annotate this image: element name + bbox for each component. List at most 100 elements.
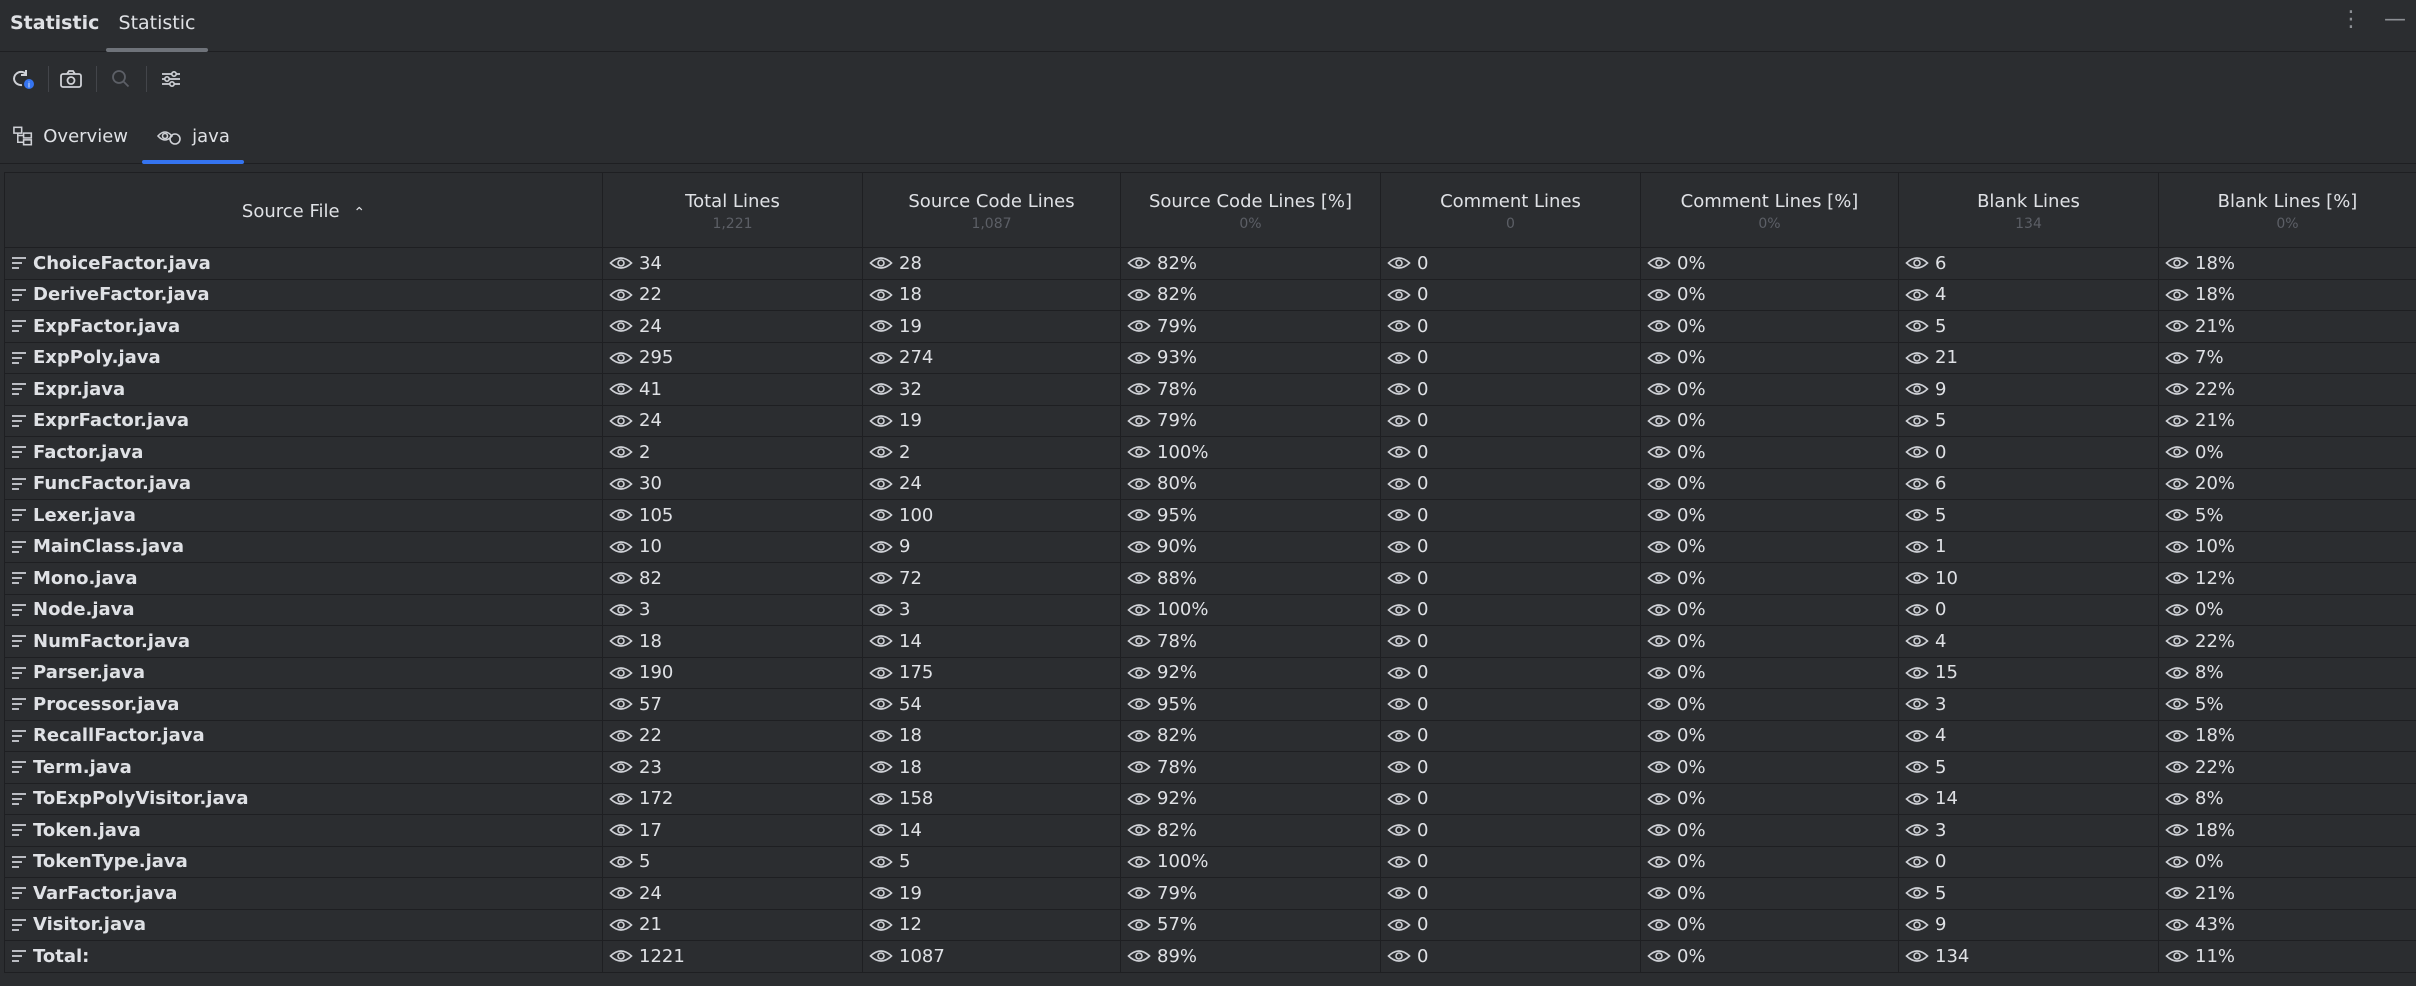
- header-source-code-pct[interactable]: Source Code Lines [%] 0%: [1120, 172, 1381, 248]
- eye-icon: [869, 635, 893, 648]
- source-file-name: TokenType.java: [33, 851, 188, 873]
- source-code-pct-cell: 100%: [1120, 593, 1381, 626]
- eye-icon: [869, 792, 893, 805]
- comment-lines-cell: 0: [1380, 688, 1641, 721]
- table-row[interactable]: Token.java 17 14 82% 0 0% 3 18%: [4, 814, 2416, 847]
- source-code-lines-cell: 14: [862, 625, 1121, 658]
- header-comment-lines[interactable]: Comment Lines 0: [1380, 172, 1641, 248]
- table-row[interactable]: ExpPoly.java 295 274 93% 0 0% 21 7%: [4, 341, 2416, 374]
- header-comment-pct[interactable]: Comment Lines [%] 0%: [1640, 172, 1899, 248]
- table-row[interactable]: Parser.java 190 175 92% 0 0% 15 8%: [4, 656, 2416, 689]
- source-code-lines-cell-value: 158: [899, 788, 934, 810]
- comment-lines-cell-value: 0: [1417, 536, 1429, 558]
- eye-icon: [1387, 320, 1411, 333]
- comment-pct-cell-value: 0%: [1677, 410, 1706, 432]
- comment-lines-cell: 0: [1380, 782, 1641, 815]
- table-row[interactable]: Expr.java 41 32 78% 0 0% 9 22%: [4, 373, 2416, 406]
- comment-pct-cell: 0%: [1640, 467, 1899, 500]
- blank-lines-cell: 0: [1898, 845, 2159, 878]
- comment-pct-cell: 0%: [1640, 940, 1899, 973]
- header-total-lines[interactable]: Total Lines 1,221: [602, 172, 863, 248]
- blank-pct-cell-value: 22%: [2195, 630, 2236, 652]
- header-blank-lines-label: Blank Lines: [1977, 190, 2080, 212]
- eye-icon: [1387, 572, 1411, 585]
- minimize-icon[interactable]: —: [2384, 8, 2406, 32]
- settings-button[interactable]: [154, 62, 188, 96]
- table-total-row[interactable]: Total: 1221 1087 89% 0 0% 134 11%: [4, 940, 2416, 973]
- eye-icon: [1647, 635, 1671, 648]
- table-row[interactable]: Visitor.java 21 12 57% 0 0% 9 43%: [4, 908, 2416, 941]
- eye-icon: [1127, 950, 1151, 963]
- tab-java[interactable]: java: [142, 108, 244, 164]
- refresh-button[interactable]: i: [6, 62, 40, 96]
- table-row[interactable]: NumFactor.java 18 14 78% 0 0% 4 22%: [4, 625, 2416, 658]
- tab-overview[interactable]: Overview: [12, 108, 128, 164]
- header-source-code-lines[interactable]: Source Code Lines 1,087: [862, 172, 1121, 248]
- source-code-pct-cell-value: 93%: [1157, 347, 1198, 369]
- eye-icon: [1905, 887, 1929, 900]
- snapshot-button[interactable]: [54, 62, 88, 96]
- table-row[interactable]: FuncFactor.java 30 24 80% 0 0% 6 20%: [4, 467, 2416, 500]
- comment-lines-cell: 0: [1380, 940, 1641, 973]
- header-blank-lines[interactable]: Blank Lines 134: [1898, 172, 2159, 248]
- table-row[interactable]: ExprFactor.java 24 19 79% 0 0% 5 21%: [4, 404, 2416, 437]
- tab-statistic[interactable]: Statistic: [106, 0, 208, 52]
- total-lines-cell-value: 23: [639, 756, 662, 778]
- source-code-pct-cell-value: 95%: [1157, 693, 1198, 715]
- eye-icon: [1127, 477, 1151, 490]
- header-comment-pct-sum: 0%: [1758, 215, 1781, 232]
- source-code-pct-cell: 90%: [1120, 530, 1381, 563]
- source-code-pct-cell: 82%: [1120, 247, 1381, 280]
- table-row[interactable]: Mono.java 82 72 88% 0 0% 10 12%: [4, 562, 2416, 595]
- eye-icon: [2165, 257, 2189, 270]
- eye-icon: [1905, 635, 1929, 648]
- blank-pct-cell: 18%: [2158, 814, 2416, 847]
- comment-pct-cell-value: 0%: [1677, 725, 1706, 747]
- table-row[interactable]: ExpFactor.java 24 19 79% 0 0% 5 21%: [4, 310, 2416, 343]
- total-lines-cell-value: 82: [639, 567, 662, 589]
- eye-icon: [1905, 320, 1929, 333]
- total-lines-cell-value: 172: [639, 788, 674, 810]
- search-button[interactable]: [104, 62, 138, 96]
- table-row[interactable]: VarFactor.java 24 19 79% 0 0% 5 21%: [4, 877, 2416, 910]
- source-code-lines-cell-value: 1087: [899, 945, 945, 967]
- source-code-pct-cell: 100%: [1120, 436, 1381, 469]
- table-row[interactable]: Node.java 3 3 100% 0 0% 0 0%: [4, 593, 2416, 626]
- source-code-pct-cell: 79%: [1120, 310, 1381, 343]
- source-file-cell: DeriveFactor.java: [4, 278, 603, 311]
- table-row[interactable]: TokenType.java 5 5 100% 0 0% 0 0%: [4, 845, 2416, 878]
- eye-icon: [2165, 540, 2189, 553]
- source-code-lines-cell-value: 19: [899, 410, 922, 432]
- comment-lines-cell: 0: [1380, 373, 1641, 406]
- eye-icon: [869, 887, 893, 900]
- eye-icon: [869, 950, 893, 963]
- table-row[interactable]: Factor.java 2 2 100% 0 0% 0 0%: [4, 436, 2416, 469]
- eye-icon: [1127, 257, 1151, 270]
- eye-icon: [2165, 414, 2189, 427]
- source-code-lines-cell: 24: [862, 467, 1121, 500]
- header-blank-pct[interactable]: Blank Lines [%] 0%: [2158, 172, 2416, 248]
- file-lines-icon: [12, 509, 26, 522]
- source-code-pct-cell: 79%: [1120, 877, 1381, 910]
- table-row[interactable]: Lexer.java 105 100 95% 0 0% 5 5%: [4, 499, 2416, 532]
- eye-icon: [609, 698, 633, 711]
- table-row[interactable]: Term.java 23 18 78% 0 0% 5 22%: [4, 751, 2416, 784]
- more-vertical-icon[interactable]: ⋮: [2340, 8, 2362, 32]
- table-row[interactable]: DeriveFactor.java 22 18 82% 0 0% 4 18%: [4, 278, 2416, 311]
- source-code-lines-cell: 18: [862, 751, 1121, 784]
- comment-pct-cell: 0%: [1640, 593, 1899, 626]
- table-row[interactable]: Processor.java 57 54 95% 0 0% 3 5%: [4, 688, 2416, 721]
- source-file-cell: ToExpPolyVisitor.java: [4, 782, 603, 815]
- source-code-pct-cell: 78%: [1120, 373, 1381, 406]
- eye-icon: [1387, 257, 1411, 270]
- blank-pct-cell-value: 18%: [2195, 284, 2236, 306]
- source-file-cell: Parser.java: [4, 656, 603, 689]
- header-source-file[interactable]: Source File ⌃: [4, 172, 603, 248]
- eye-icon: [869, 414, 893, 427]
- table-row[interactable]: ChoiceFactor.java 34 28 82% 0 0% 6 18%: [4, 247, 2416, 280]
- total-lines-cell: 2: [602, 436, 863, 469]
- table-row[interactable]: MainClass.java 10 9 90% 0 0% 1 10%: [4, 530, 2416, 563]
- table-row[interactable]: ToExpPolyVisitor.java 172 158 92% 0 0% 14 8%: [4, 782, 2416, 815]
- eye-icon: [2165, 477, 2189, 490]
- table-row[interactable]: RecallFactor.java 22 18 82% 0 0% 4 18%: [4, 719, 2416, 752]
